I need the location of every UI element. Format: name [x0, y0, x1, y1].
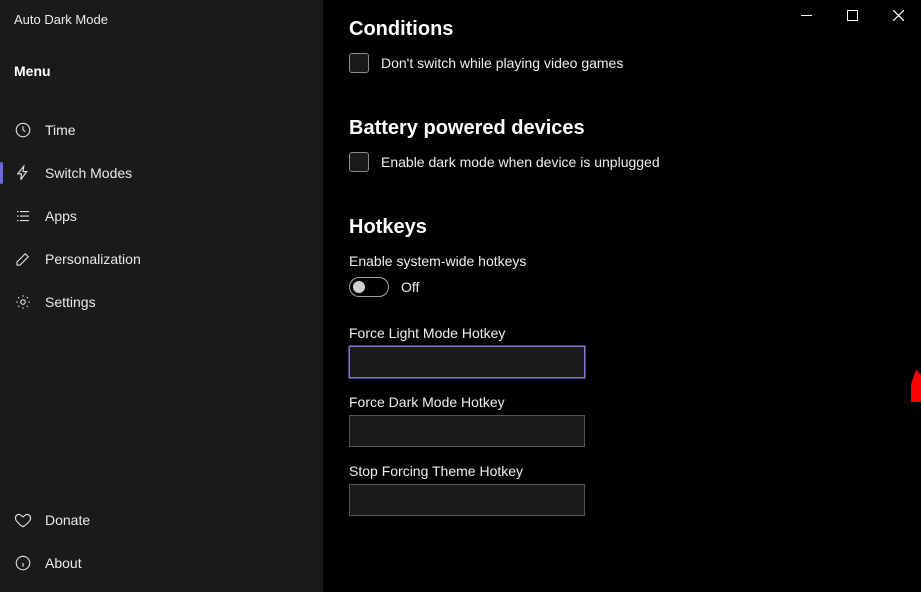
- sidebar-item-label: Donate: [45, 512, 90, 528]
- app-window: Auto Dark Mode Menu Time Switch Modes Ap…: [0, 0, 921, 592]
- heart-icon: [14, 511, 32, 529]
- sidebar-item-personalization[interactable]: Personalization: [0, 239, 323, 279]
- enable-hotkeys-label: Enable system-wide hotkeys: [349, 253, 895, 269]
- sidebar-item-label: Switch Modes: [45, 165, 132, 181]
- sidebar-item-settings[interactable]: Settings: [0, 282, 323, 322]
- sidebar-item-donate[interactable]: Donate: [0, 500, 323, 540]
- stop-force-hotkey-input[interactable]: [349, 484, 585, 516]
- close-button[interactable]: [875, 0, 921, 30]
- checkbox-icon[interactable]: [349, 53, 369, 73]
- games-checkbox-row[interactable]: Don't switch while playing video games: [349, 53, 895, 73]
- sidebar-item-label: Time: [45, 122, 76, 138]
- toggle-thumb-icon: [353, 281, 365, 293]
- pencil-icon: [14, 250, 32, 268]
- settings-panel: Conditions Don't switch while playing vi…: [323, 0, 921, 540]
- stop-force-field: Stop Forcing Theme Hotkey: [349, 463, 895, 516]
- minimize-button[interactable]: [783, 0, 829, 30]
- checkbox-label: Enable dark mode when device is unplugge…: [381, 154, 660, 170]
- sidebar-item-label: Settings: [45, 294, 96, 310]
- list-icon: [14, 207, 32, 225]
- window-controls: [783, 0, 921, 30]
- field-label: Force Light Mode Hotkey: [349, 325, 895, 341]
- force-light-field: Force Light Mode Hotkey: [349, 325, 895, 378]
- force-dark-hotkey-input[interactable]: [349, 415, 585, 447]
- clock-icon: [14, 121, 32, 139]
- sidebar-item-apps[interactable]: Apps: [0, 196, 323, 236]
- bottom-nav-list: Donate About: [0, 497, 323, 592]
- hotkeys-heading: Hotkeys: [349, 216, 895, 239]
- toggle-state-label: Off: [401, 279, 419, 295]
- checkbox-label: Don't switch while playing video games: [381, 55, 623, 71]
- info-icon: [14, 554, 32, 572]
- app-title: Auto Dark Mode: [0, 8, 323, 41]
- enable-hotkeys-toggle[interactable]: [349, 277, 389, 297]
- force-dark-field: Force Dark Mode Hotkey: [349, 394, 895, 447]
- unplugged-checkbox-row[interactable]: Enable dark mode when device is unplugge…: [349, 152, 895, 172]
- menu-header: Menu: [0, 41, 323, 93]
- nav-list: Time Switch Modes Apps Personalization: [0, 93, 323, 497]
- field-label: Stop Forcing Theme Hotkey: [349, 463, 895, 479]
- bolt-icon: [14, 164, 32, 182]
- force-light-hotkey-input[interactable]: [349, 346, 585, 378]
- sidebar-item-time[interactable]: Time: [0, 110, 323, 150]
- field-label: Force Dark Mode Hotkey: [349, 394, 895, 410]
- main-content: Conditions Don't switch while playing vi…: [323, 0, 921, 592]
- sidebar-item-label: Personalization: [45, 251, 141, 267]
- gear-icon: [14, 293, 32, 311]
- sidebar-item-label: About: [45, 555, 82, 571]
- enable-hotkeys-toggle-row: Off: [349, 277, 895, 297]
- checkbox-icon[interactable]: [349, 152, 369, 172]
- sidebar-item-switch-modes[interactable]: Switch Modes: [0, 153, 323, 193]
- sidebar-item-label: Apps: [45, 208, 77, 224]
- battery-heading: Battery powered devices: [349, 117, 895, 140]
- maximize-button[interactable]: [829, 0, 875, 30]
- sidebar: Auto Dark Mode Menu Time Switch Modes Ap…: [0, 0, 323, 592]
- sidebar-item-about[interactable]: About: [0, 543, 323, 583]
